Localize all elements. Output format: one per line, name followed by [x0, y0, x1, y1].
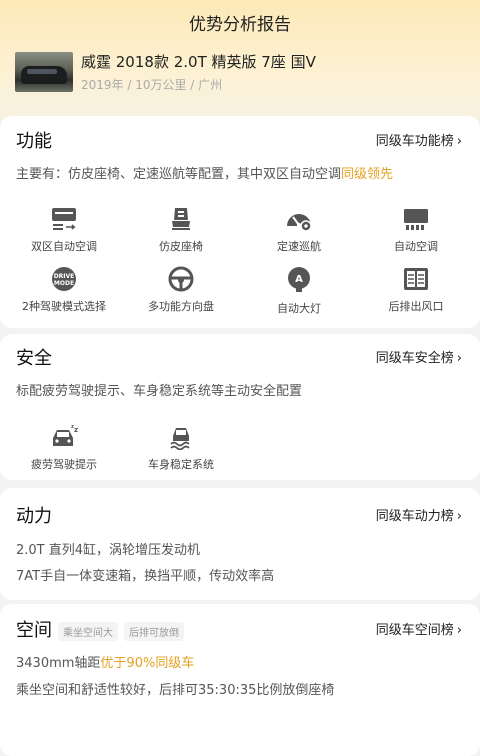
- feature-label: 定速巡航: [277, 240, 321, 253]
- function-desc-text: 主要有：仿皮座椅、定速巡航等配置，其中双区自动空调: [16, 167, 342, 182]
- stability-control-icon: [170, 428, 190, 450]
- space-wheelbase-highlight: 优于90%同级车: [100, 656, 195, 671]
- power-engine: 2.0T 直列4缸，涡轮增压发动机: [16, 543, 201, 558]
- function-rank-link[interactable]: 同级车功能榜 ›: [376, 130, 462, 149]
- feature-label: 双区自动空调: [31, 240, 97, 253]
- space-tag: 后排可放倒: [124, 621, 184, 641]
- power-rank-label: 同级车动力榜: [375, 509, 454, 524]
- feature-cruise-control: 定速巡航: [239, 206, 359, 254]
- space-title-row: 空间 乘坐空间大 后排可放倒: [16, 616, 184, 642]
- cruise-control-icon: [287, 214, 312, 232]
- feature-label: 2种驾驶模式选择: [22, 300, 106, 313]
- function-card: 功能 同级车功能榜 › 主要有：仿皮座椅、定速巡航等配置，其中双区自动空调同级领先…: [0, 116, 480, 328]
- space-rank-link[interactable]: 同级车空间榜 ›: [376, 619, 462, 638]
- feature-leather-seat: 仿皮座椅: [121, 206, 241, 254]
- space-wheelbase-text: 3430mm轴距: [16, 656, 101, 671]
- drive-mode-icon: DRIVE MODE: [52, 267, 76, 291]
- feature-label: 多功能方向盘: [148, 300, 214, 313]
- feature-label: 自动空调: [394, 240, 438, 253]
- safety-card: 安全 同级车安全榜 › 标配疲劳驾驶提示、车身稳定系统等主动安全配置 z z 疲劳…: [0, 334, 480, 480]
- power-rank-link[interactable]: 同级车动力榜 ›: [376, 505, 462, 524]
- auto-ac-icon: [404, 209, 428, 230]
- chevron-right-icon: ›: [456, 134, 462, 149]
- car-thumbnail[interactable]: [15, 52, 73, 92]
- svg-text:MODE: MODE: [54, 280, 74, 287]
- space-card: 空间 乘坐空间大 后排可放倒 同级车空间榜 › 3430mm轴距优于90%同级车 乘坐…: [0, 604, 480, 756]
- fatigue-alert-icon: z z: [53, 424, 78, 446]
- feature-label: 自动大灯: [277, 302, 321, 315]
- report-header: 优势分析报告 威霆 2018款 2.0T 精英版 7座 国V 2019年 / 1…: [0, 0, 480, 128]
- chevron-right-icon: ›: [456, 351, 462, 366]
- space-tag: 乘坐空间大: [58, 621, 118, 641]
- feature-dual-zone-ac: 双区自动空调: [4, 206, 124, 254]
- feature-steering-wheel: 多功能方向盘: [121, 266, 241, 314]
- feature-rear-vent: 后排出风口: [356, 266, 476, 314]
- car-name: 威霆 2018款 2.0T 精英版 7座 国V: [81, 53, 316, 71]
- safety-rank-link[interactable]: 同级车安全榜 ›: [376, 347, 462, 366]
- feature-auto-headlight: A 自动大灯: [239, 266, 359, 316]
- space-comfort: 乘坐空间和舒适性较好，后排可35:30:35比例放倒座椅: [16, 683, 335, 698]
- feature-label: 车身稳定系统: [148, 458, 214, 471]
- function-desc-highlight: 同级领先: [341, 167, 394, 182]
- feature-drive-mode: DRIVE MODE 2种驾驶模式选择: [4, 266, 124, 314]
- feature-label: 疲劳驾驶提示: [31, 458, 97, 471]
- feature-stability-control: 车身稳定系统: [121, 424, 241, 472]
- svg-text:A: A: [295, 274, 303, 285]
- feature-fatigue-alert: z z 疲劳驾驶提示: [4, 424, 124, 472]
- steering-wheel-icon: [168, 266, 194, 292]
- function-desc: 主要有：仿皮座椅、定速巡航等配置，其中双区自动空调同级领先: [16, 163, 393, 182]
- power-card: 动力 同级车动力榜 › 2.0T 直列4缸，涡轮增压发动机 7AT手自一体变速箱，…: [0, 488, 480, 600]
- car-meta: 2019年 / 10万公里 / 广州: [81, 78, 223, 92]
- page-title: 优势分析报告: [189, 15, 291, 35]
- feature-label: 仿皮座椅: [159, 240, 203, 253]
- power-title: 动力: [16, 506, 52, 527]
- leather-seat-icon: [172, 208, 190, 230]
- power-transmission: 7AT手自一体变速箱，换挡平顺，传动效率高: [16, 569, 275, 584]
- function-title: 功能: [16, 131, 52, 152]
- dual-zone-ac-icon: [52, 208, 76, 230]
- svg-text:z: z: [74, 426, 78, 434]
- feature-label: 后排出风口: [388, 300, 444, 313]
- space-rank-label: 同级车空间榜: [375, 623, 454, 638]
- chevron-right-icon: ›: [456, 509, 462, 524]
- auto-headlight-icon: A: [288, 267, 310, 292]
- rear-vent-icon: [404, 268, 428, 290]
- safety-desc: 标配疲劳驾驶提示、车身稳定系统等主动安全配置: [16, 384, 303, 399]
- svg-text:DRIVE: DRIVE: [54, 273, 75, 280]
- space-wheelbase: 3430mm轴距优于90%同级车: [16, 652, 194, 671]
- safety-title: 安全: [16, 348, 52, 369]
- space-title: 空间: [16, 620, 52, 641]
- chevron-right-icon: ›: [456, 623, 462, 638]
- safety-rank-label: 同级车安全榜: [375, 351, 454, 366]
- svg-text:z: z: [71, 424, 74, 430]
- function-rank-label: 同级车功能榜: [375, 134, 454, 149]
- feature-auto-ac: 自动空调: [356, 206, 476, 254]
